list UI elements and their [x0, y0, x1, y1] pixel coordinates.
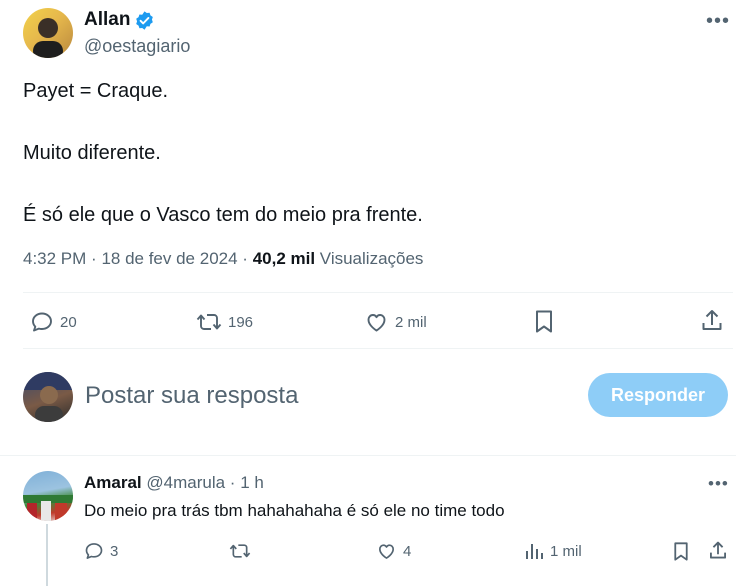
- share-icon[interactable]: [700, 308, 724, 338]
- reply-bookmark-icon[interactable]: [672, 541, 690, 567]
- reply-retweet-button[interactable]: [229, 541, 257, 561]
- reply-count: 20: [60, 313, 77, 331]
- divider: [0, 455, 736, 456]
- author-avatar[interactable]: [23, 8, 73, 58]
- bookmark-icon[interactable]: [533, 309, 555, 339]
- reply-header: Amaral @4marula · 1 h: [84, 473, 264, 493]
- tweet-text-line-3: É só ele que o Vasco tem do meio pra fre…: [23, 204, 423, 226]
- author-name[interactable]: Allan: [84, 9, 130, 31]
- reply-like-button[interactable]: 4: [376, 541, 411, 561]
- heart-icon: [379, 544, 394, 559]
- retweet-count: 196: [228, 313, 254, 331]
- divider: [23, 292, 733, 293]
- reply-share-icon[interactable]: [708, 540, 728, 566]
- reply-author-handle[interactable]: @4marula: [146, 473, 225, 492]
- analytics-icon: [526, 544, 543, 559]
- like-button[interactable]: 2 mil: [364, 310, 427, 334]
- reply-time[interactable]: 1 h: [240, 473, 264, 492]
- reply-more-options-icon[interactable]: •••: [708, 474, 729, 494]
- tweet-time[interactable]: 4:32 PM: [23, 249, 86, 268]
- reply-icon: [85, 543, 103, 559]
- verified-badge-icon: [134, 10, 155, 36]
- retweet-button[interactable]: 196: [196, 310, 253, 334]
- author-handle[interactable]: @oestagiario: [84, 36, 190, 57]
- reply-author-avatar[interactable]: [23, 471, 73, 521]
- reply-views-count: 1 mil: [550, 542, 582, 560]
- reply-input[interactable]: Postar sua resposta: [85, 382, 298, 410]
- tweet-date[interactable]: 18 de fev de 2024: [101, 249, 237, 268]
- tweet-meta: 4:32 PM · 18 de fev de 2024 · 40,2 mil V…: [23, 249, 423, 269]
- like-count: 2 mil: [395, 313, 427, 331]
- reply-button[interactable]: 20: [30, 310, 77, 334]
- tweet-text-line-2: Muito diferente.: [23, 142, 161, 164]
- current-user-avatar[interactable]: [23, 372, 73, 422]
- reply-author-name[interactable]: Amaral: [84, 473, 142, 492]
- thread-line: [46, 524, 48, 586]
- reply-reply-button[interactable]: 3: [84, 541, 118, 561]
- tweet-text-line-1: Payet = Craque.: [23, 80, 169, 102]
- more-options-icon[interactable]: •••: [706, 10, 730, 33]
- reply-icon: [32, 312, 52, 332]
- responder-button[interactable]: Responder: [588, 373, 728, 417]
- meta-separator: ·: [229, 473, 236, 492]
- reply-like-count: 4: [403, 542, 412, 560]
- reply-reply-count: 3: [110, 542, 119, 560]
- retweet-icon: [196, 314, 222, 330]
- divider: [23, 348, 733, 349]
- views-count: 40,2 mil: [252, 249, 316, 268]
- retweet-icon: [229, 544, 251, 558]
- reply-text: Do meio pra trás tbm hahahahaha é só ele…: [84, 501, 505, 520]
- reply-views-button[interactable]: 1 mil: [524, 541, 582, 561]
- heart-icon: [367, 314, 386, 332]
- views-label: Visualizações: [319, 249, 424, 268]
- meta-separator: ·: [242, 249, 253, 268]
- meta-separator: ·: [91, 249, 102, 268]
